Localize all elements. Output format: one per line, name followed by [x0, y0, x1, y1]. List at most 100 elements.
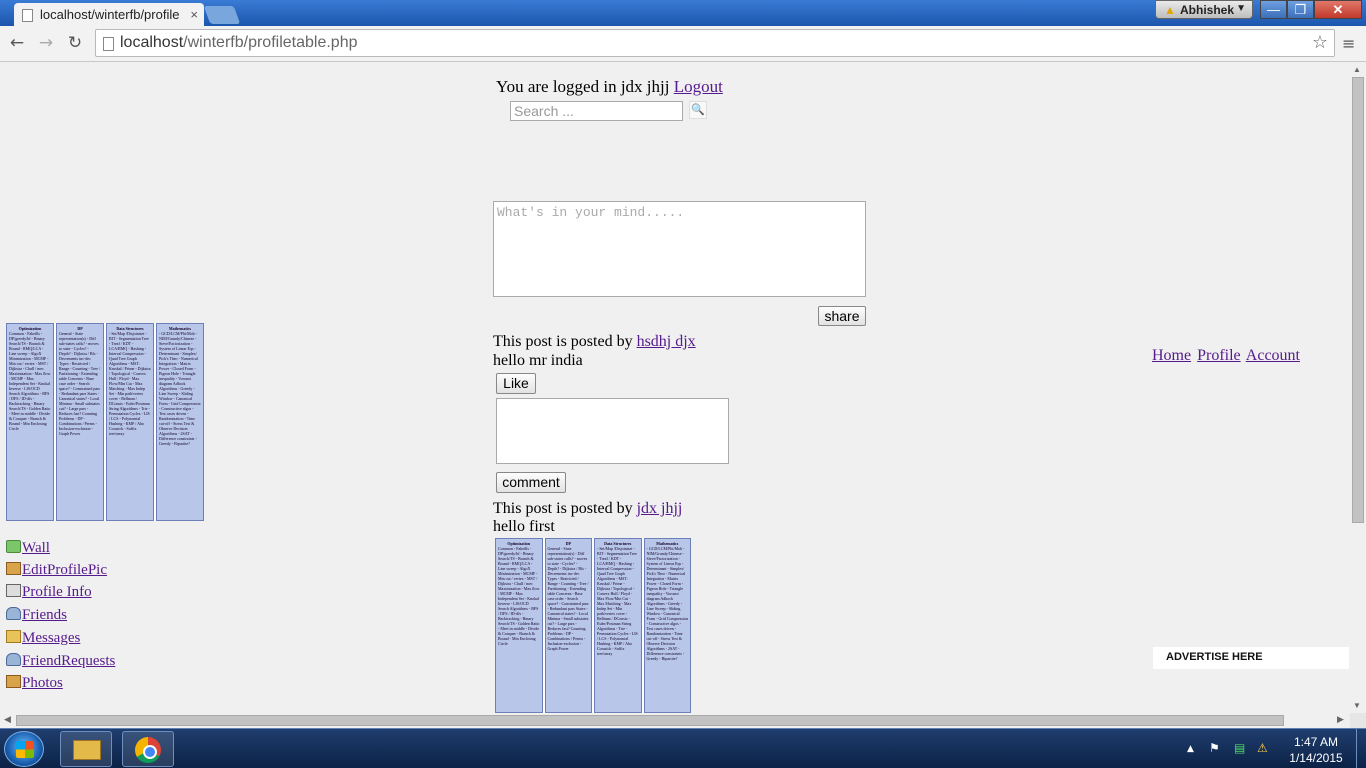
post-author-link[interactable]: hsdhj djx	[637, 333, 696, 350]
horizontal-scrollbar[interactable]: ◀ ▶	[0, 713, 1350, 728]
like-button[interactable]: Like	[496, 373, 536, 394]
clock-time: 1:47 AM	[1293, 735, 1339, 749]
vertical-scrollbar[interactable]: ▲ ▼	[1350, 63, 1366, 713]
url-host: localhost	[120, 34, 184, 51]
taskbar-clock[interactable]: 1:47 AM 1/14/2015	[1284, 734, 1348, 766]
cheatsheet-column: DP General - State representation(s) - Di…	[56, 323, 104, 521]
maximize-button[interactable]: ❐	[1287, 0, 1314, 19]
profile-link[interactable]: Profile	[1197, 347, 1241, 364]
clock-date: 1/14/2015	[1289, 751, 1343, 765]
post-prefix: This post is posted by	[493, 333, 633, 350]
warning-icon: ▲	[1164, 3, 1176, 17]
sidebar-item-label[interactable]: Photos	[22, 675, 63, 691]
comment-textarea[interactable]	[496, 398, 729, 464]
sidebar-item-label[interactable]: Profile Info	[22, 584, 92, 600]
cheatsheet-column: DP General - State representation(s) - Di…	[544, 538, 592, 713]
search-icon[interactable]: 🔍	[689, 101, 707, 119]
login-status: You are logged in jdx jhjj Logout	[496, 77, 723, 97]
sidebar-item-friendrequests[interactable]: FriendRequests	[6, 653, 115, 670]
right-nav: Home Profile Account	[1152, 347, 1302, 365]
friends-icon	[6, 653, 21, 666]
bookmark-star-icon[interactable]: ☆	[1312, 32, 1328, 53]
account-link[interactable]: Account	[1246, 347, 1300, 364]
cheatsheet-column: Optimization Common - Fakeills - DP/greed…	[495, 538, 543, 713]
tab-close-icon[interactable]: ×	[190, 7, 198, 22]
page-icon	[103, 37, 114, 51]
messages-icon	[6, 630, 21, 643]
chrome-icon	[135, 737, 161, 763]
sidebar-item-label[interactable]: Messages	[22, 630, 80, 646]
login-text: You are logged in jdx jhjj	[496, 77, 670, 96]
profile-user-name: Abhishek	[1180, 3, 1235, 17]
action-center-flag-icon[interactable]: ⚑	[1209, 741, 1220, 755]
logout-link[interactable]: Logout	[674, 77, 723, 96]
sidebar-item-label[interactable]: Wall	[22, 540, 50, 556]
sidebar-item-wall[interactable]: Wall	[6, 540, 50, 557]
cheatsheet-column: Data Structures - Set/Map /Disjointset - …	[594, 538, 642, 713]
reload-button[interactable]: ↻	[63, 32, 87, 54]
taskbar-explorer[interactable]	[60, 731, 112, 767]
profile-picture: Optimization Common - Fakeills - DP/greed…	[6, 323, 204, 521]
cheatsheet-column: Optimization Common - Fakeills - DP/greed…	[6, 323, 54, 521]
forward-button[interactable]: →	[34, 32, 58, 54]
comment-button[interactable]: comment	[496, 472, 566, 493]
vertical-scroll-thumb[interactable]	[1352, 77, 1364, 523]
post-image: Optimization Common - Fakeills - DP/greed…	[495, 538, 691, 713]
back-button[interactable]: ←	[5, 32, 29, 54]
start-button[interactable]	[4, 731, 44, 767]
home-link[interactable]: Home	[1152, 347, 1191, 364]
scroll-corner	[1350, 713, 1366, 728]
new-tab-button[interactable]	[203, 6, 241, 24]
chevron-down-icon: ▼	[1236, 3, 1246, 14]
windows-logo-icon	[16, 741, 34, 758]
taskbar: ▲ ⚑ ▤ ⚠ 1:47 AM 1/14/2015	[0, 728, 1366, 768]
share-button[interactable]: share	[818, 306, 866, 326]
wall-icon	[6, 540, 21, 553]
network-icon[interactable]: ▤	[1234, 741, 1245, 755]
browser-toolbar: ← → ↻ localhost/winterfb/profiletable.ph…	[0, 26, 1366, 62]
browser-tab[interactable]: localhost/winterfb/profile ×	[14, 3, 204, 26]
cheatsheet-column: Data Structures - Set/Map /Disjointset - …	[106, 323, 154, 521]
minimize-button[interactable]: —	[1260, 0, 1287, 19]
scroll-right-icon[interactable]: ▶	[1337, 714, 1344, 725]
picture-icon	[6, 675, 21, 688]
page-favicon-icon	[22, 9, 33, 22]
show-desktop-button[interactable]	[1356, 729, 1366, 768]
scroll-left-icon[interactable]: ◀	[4, 714, 11, 725]
horizontal-scroll-thumb[interactable]	[16, 715, 1284, 726]
close-window-button[interactable]: ✕	[1314, 0, 1362, 19]
status-textarea[interactable]: What's in your mind.....	[493, 201, 866, 297]
sidebar-item-label[interactable]: Friends	[22, 607, 67, 623]
post-author-line: This post is posted by jdx jhjj	[493, 500, 682, 518]
profile-user-button[interactable]: ▲ Abhishek ▼	[1155, 0, 1253, 19]
browser-menu-icon[interactable]: ≡	[1342, 34, 1355, 53]
picture-icon	[6, 562, 21, 575]
search-input[interactable]: Search ...	[510, 101, 683, 121]
url-path: /winterfb/profiletable.php	[183, 34, 358, 51]
taskbar-chrome[interactable]	[122, 731, 174, 767]
power-warning-icon[interactable]: ⚠	[1257, 741, 1268, 755]
sidebar-item-label[interactable]: FriendRequests	[22, 653, 115, 669]
scroll-down-icon[interactable]: ▼	[1353, 701, 1361, 710]
post-prefix: This post is posted by	[493, 500, 633, 517]
sidebar-item-messages[interactable]: Messages	[6, 630, 80, 647]
scroll-up-icon[interactable]: ▲	[1353, 65, 1361, 74]
address-bar[interactable]: localhost/winterfb/profiletable.php ☆	[95, 29, 1335, 57]
sidebar-item-photos[interactable]: Photos	[6, 675, 63, 692]
info-icon	[6, 584, 21, 597]
folder-icon	[73, 740, 101, 760]
sidebar-item-friends[interactable]: Friends	[6, 607, 67, 624]
sidebar-item-editprofilepic[interactable]: EditProfilePic	[6, 562, 107, 579]
tab-title: localhost/winterfb/profile	[40, 7, 180, 22]
friends-icon	[6, 607, 21, 620]
post-author-link[interactable]: jdx jhjj	[637, 500, 683, 517]
tray-expand-icon[interactable]: ▲	[1187, 744, 1194, 754]
sidebar-item-profile-info[interactable]: Profile Info	[6, 584, 92, 601]
post-text: hello first	[493, 518, 555, 535]
sidebar-item-label[interactable]: EditProfilePic	[22, 562, 107, 578]
post-author-line: This post is posted by hsdhj djx	[493, 333, 696, 351]
post-text: hello mr india	[493, 352, 583, 369]
advert-banner: ADVERTISE HERE	[1153, 647, 1349, 669]
page-viewport: You are logged in jdx jhjj Logout Search…	[0, 63, 1350, 713]
cheatsheet-column: Mathematics - GCD/LCM/Phi/Mob - NIM/Grund…	[643, 538, 691, 713]
